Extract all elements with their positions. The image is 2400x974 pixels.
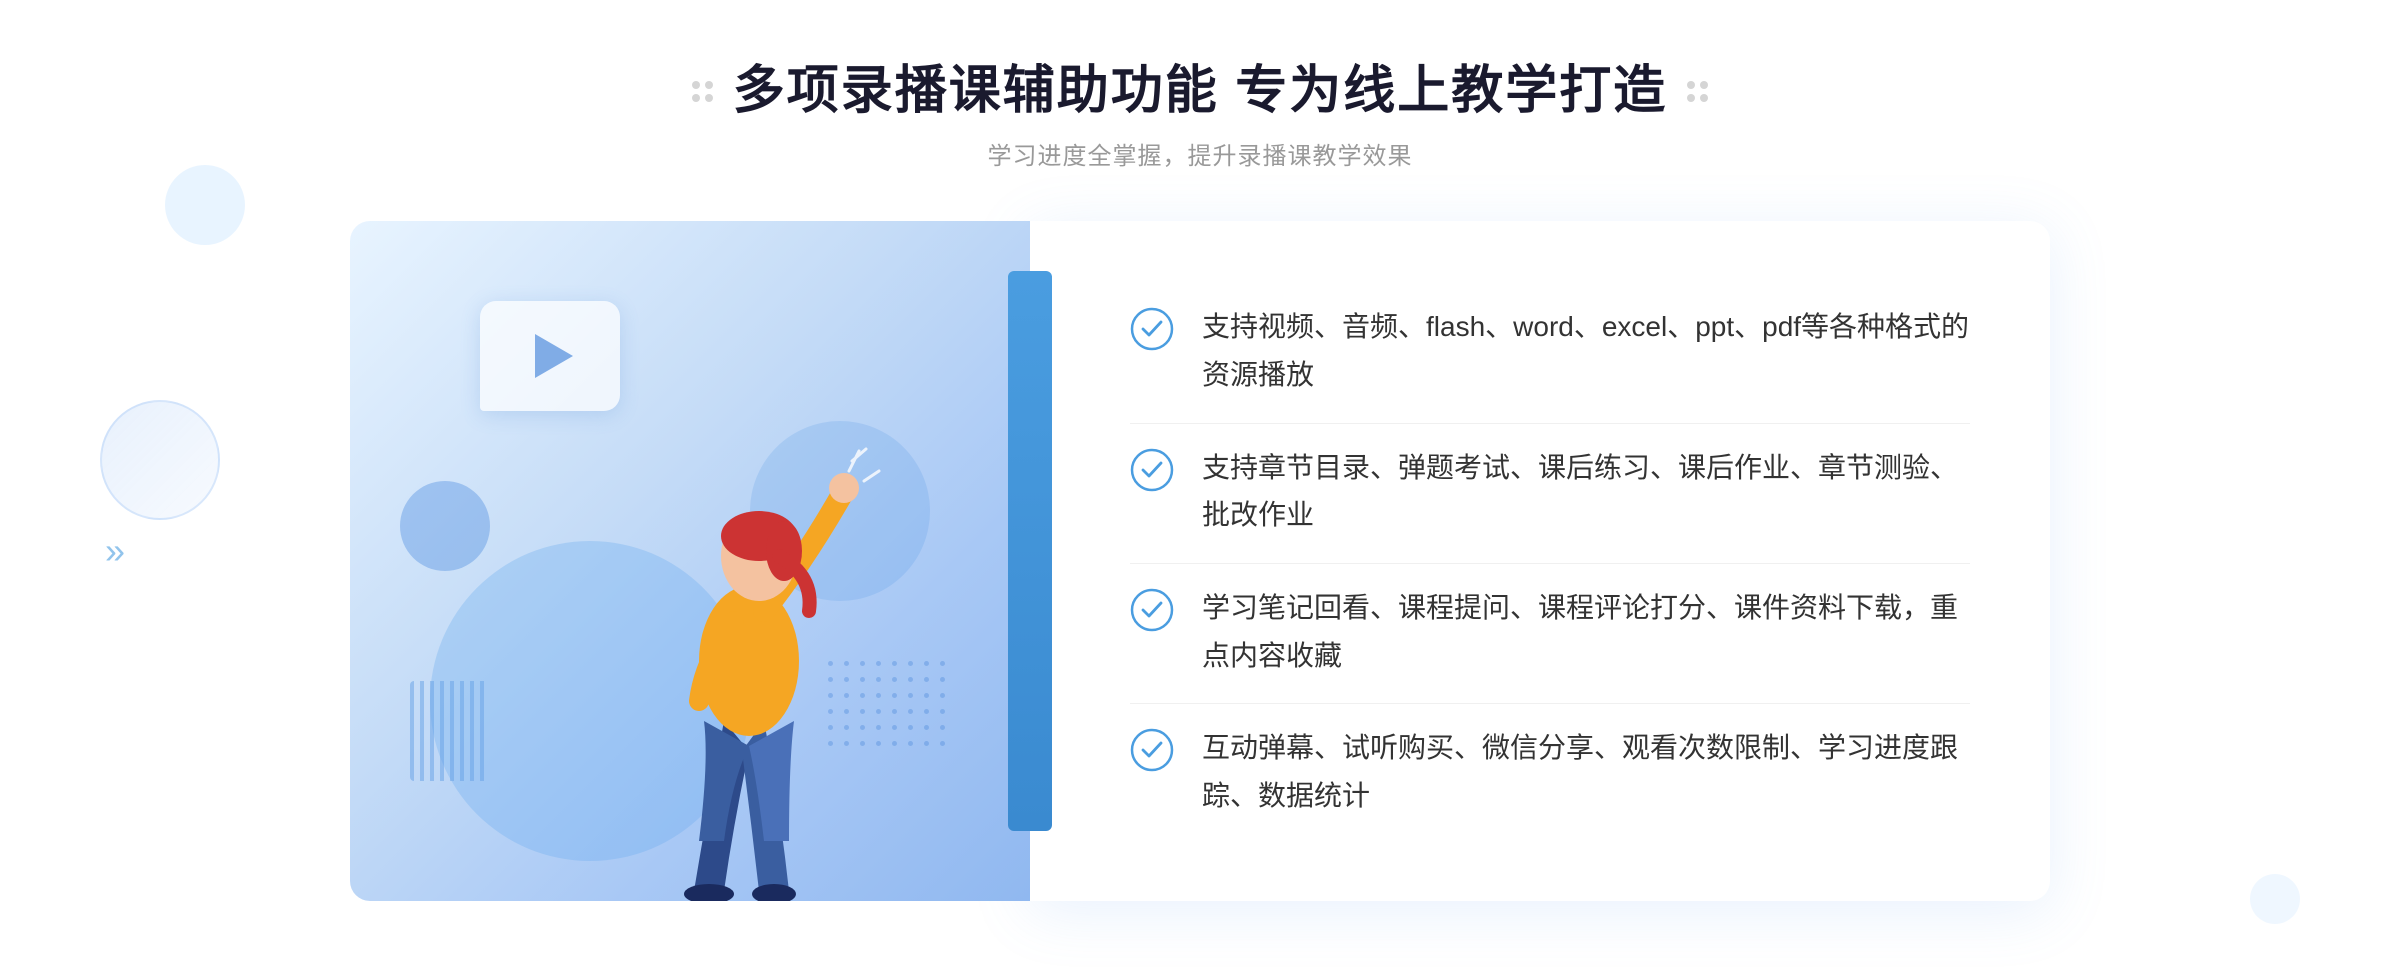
page-subtitle: 学习进度全掌握，提升录播课教学效果 bbox=[692, 136, 1708, 171]
feature-item-3: 学习笔记回看、课程提问、课程评论打分、课件资料下载，重点内容收藏 bbox=[1130, 563, 1970, 699]
feature-item-1: 支持视频、音频、flash、word、excel、ppt、pdf等各种格式的资源… bbox=[1130, 283, 1970, 418]
feature-text-4: 互动弹幕、试听购买、微信分享、观看次数限制、学习进度跟踪、数据统计 bbox=[1202, 724, 1970, 819]
feature-text-1: 支持视频、音频、flash、word、excel、ppt、pdf等各种格式的资源… bbox=[1202, 303, 1970, 398]
illustration-panel bbox=[350, 221, 1030, 901]
stripe-decoration bbox=[410, 681, 490, 781]
semi-circle-decoration bbox=[100, 400, 220, 520]
header-section: 多项录播课辅助功能 专为线上教学打造 学习进度全掌握，提升录播课教学效果 bbox=[692, 60, 1708, 171]
features-panel: 支持视频、音频、flash、word、excel、ppt、pdf等各种格式的资源… bbox=[1030, 221, 2050, 901]
feature-text-2: 支持章节目录、弹题考试、课后练习、课后作业、章节测验、批改作业 bbox=[1202, 444, 1970, 539]
deco-circle-topleft bbox=[165, 165, 245, 245]
feature-item-4: 互动弹幕、试听购买、微信分享、观看次数限制、学习进度跟踪、数据统计 bbox=[1130, 703, 1970, 839]
deco-circle-bottomright bbox=[2250, 874, 2300, 924]
feature-text-3: 学习笔记回看、课程提问、课程评论打分、课件资料下载，重点内容收藏 bbox=[1202, 584, 1970, 679]
right-dots-icon bbox=[1687, 81, 1708, 102]
check-icon-3 bbox=[1130, 588, 1174, 632]
circle-small-blue bbox=[400, 481, 490, 571]
feature-item-2: 支持章节目录、弹题考试、课后练习、课后作业、章节测验、批改作业 bbox=[1130, 423, 1970, 559]
page-container: 多项录播课辅助功能 专为线上教学打造 学习进度全掌握，提升录播课教学效果 bbox=[0, 0, 2400, 974]
play-icon bbox=[535, 334, 573, 378]
check-icon-1 bbox=[1130, 307, 1174, 351]
content-section: 支持视频、音频、flash、word、excel、ppt、pdf等各种格式的资源… bbox=[350, 221, 2050, 901]
check-icon-4 bbox=[1130, 728, 1174, 772]
page-title: 多项录播课辅助功能 专为线上教学打造 bbox=[733, 60, 1667, 122]
check-icon-2 bbox=[1130, 448, 1174, 492]
title-row: 多项录播课辅助功能 专为线上教学打造 bbox=[692, 60, 1708, 122]
human-figure bbox=[594, 381, 914, 901]
left-dots-icon bbox=[692, 81, 713, 102]
left-arrow-decoration: » bbox=[105, 530, 125, 572]
blue-stripe bbox=[1008, 271, 1052, 831]
